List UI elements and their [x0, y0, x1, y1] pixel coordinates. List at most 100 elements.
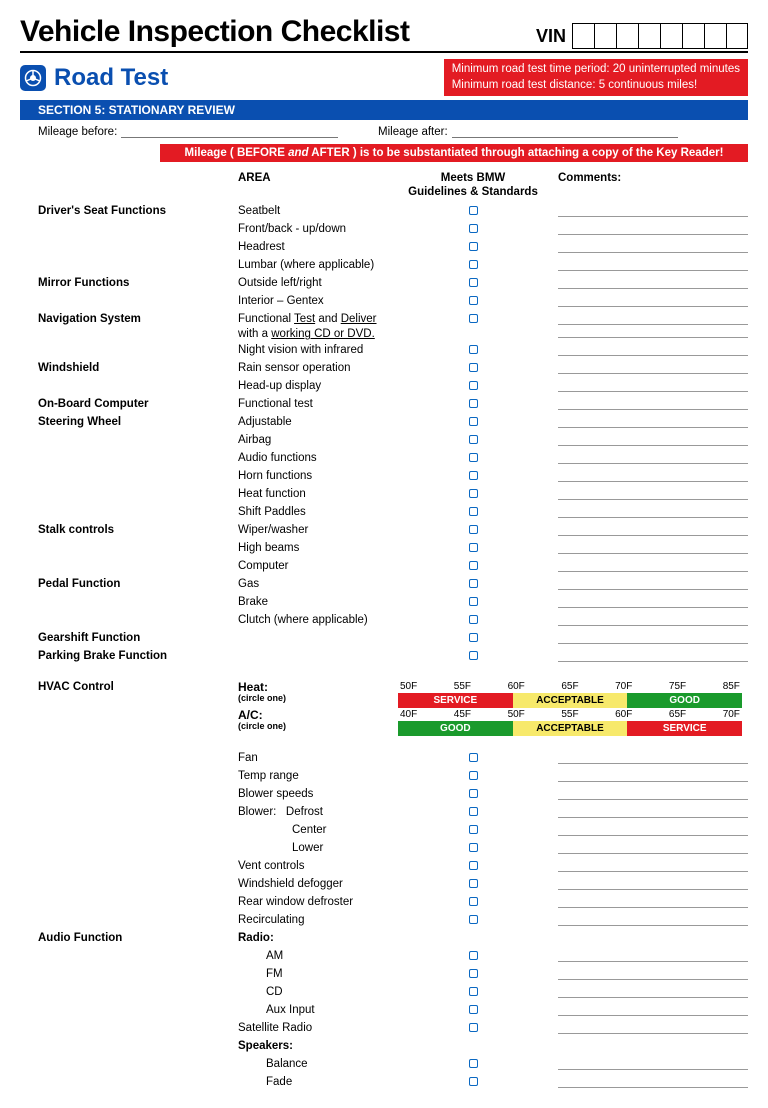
- comment-line[interactable]: [558, 312, 748, 325]
- checkbox[interactable]: [469, 489, 478, 498]
- checkbox[interactable]: [469, 314, 478, 323]
- comment-line[interactable]: [558, 841, 748, 854]
- checkbox[interactable]: [469, 861, 478, 870]
- comment-line[interactable]: [558, 895, 748, 908]
- comment-line[interactable]: [558, 343, 748, 356]
- checkbox[interactable]: [469, 843, 478, 852]
- checkbox[interactable]: [469, 597, 478, 606]
- comment-line[interactable]: [558, 577, 748, 590]
- checkbox[interactable]: [469, 561, 478, 570]
- comment-line[interactable]: [558, 397, 748, 410]
- comment-line[interactable]: [558, 240, 748, 253]
- checkbox[interactable]: [469, 987, 478, 996]
- checkbox[interactable]: [469, 345, 478, 354]
- vin-box[interactable]: [660, 23, 682, 49]
- comment-line[interactable]: [558, 276, 748, 289]
- comment-line[interactable]: [558, 487, 748, 500]
- checkbox[interactable]: [469, 507, 478, 516]
- checkbox[interactable]: [469, 363, 478, 372]
- vin-boxes[interactable]: [572, 23, 748, 49]
- comment-line[interactable]: [558, 541, 748, 554]
- vin-box[interactable]: [682, 23, 704, 49]
- vin-box[interactable]: [594, 23, 616, 49]
- checkbox[interactable]: [469, 471, 478, 480]
- vin-box[interactable]: [704, 23, 726, 49]
- comment-line[interactable]: [558, 294, 748, 307]
- ac-scale[interactable]: 40F45F50F55F60F65F70FGOODACCEPTABLESERVI…: [398, 709, 748, 736]
- comment-line[interactable]: [558, 595, 748, 608]
- checkbox[interactable]: [469, 879, 478, 888]
- comment-line[interactable]: [558, 787, 748, 800]
- checkbox[interactable]: [469, 897, 478, 906]
- checkbox[interactable]: [469, 825, 478, 834]
- checkbox[interactable]: [469, 525, 478, 534]
- checkbox[interactable]: [469, 969, 478, 978]
- comment-line[interactable]: [558, 469, 748, 482]
- comment-line[interactable]: [558, 559, 748, 572]
- checkbox[interactable]: [469, 753, 478, 762]
- checkbox[interactable]: [469, 242, 478, 251]
- checkbox[interactable]: [469, 543, 478, 552]
- comment-line[interactable]: [558, 823, 748, 836]
- checkbox[interactable]: [469, 789, 478, 798]
- checkbox[interactable]: [469, 1077, 478, 1086]
- checkbox[interactable]: [469, 1059, 478, 1068]
- comment-line[interactable]: [558, 523, 748, 536]
- checkbox[interactable]: [469, 296, 478, 305]
- comment-line[interactable]: [558, 1003, 748, 1016]
- comment-line[interactable]: [558, 649, 748, 662]
- comment-line[interactable]: [558, 967, 748, 980]
- checkbox[interactable]: [469, 260, 478, 269]
- comment-line[interactable]: [558, 361, 748, 374]
- comment-line[interactable]: [558, 1075, 748, 1088]
- mileage-after-field[interactable]: Mileage after:: [378, 126, 678, 138]
- comment-line[interactable]: [558, 949, 748, 962]
- comment-line[interactable]: [558, 877, 748, 890]
- checkbox[interactable]: [469, 615, 478, 624]
- comment-line[interactable]: [558, 258, 748, 271]
- checkbox[interactable]: [469, 633, 478, 642]
- checkbox[interactable]: [469, 951, 478, 960]
- vin-box[interactable]: [572, 23, 594, 49]
- checkbox[interactable]: [469, 224, 478, 233]
- vin-box[interactable]: [638, 23, 660, 49]
- checkbox[interactable]: [469, 651, 478, 660]
- comment-line[interactable]: [558, 325, 748, 338]
- comment-line[interactable]: [558, 859, 748, 872]
- checkbox[interactable]: [469, 417, 478, 426]
- comment-line[interactable]: [558, 1021, 748, 1034]
- comment-line[interactable]: [558, 1057, 748, 1070]
- comment-line[interactable]: [558, 204, 748, 217]
- checkbox[interactable]: [469, 206, 478, 215]
- checkbox[interactable]: [469, 771, 478, 780]
- checkbox[interactable]: [469, 1023, 478, 1032]
- checkbox[interactable]: [469, 807, 478, 816]
- checkbox[interactable]: [469, 1005, 478, 1014]
- checkbox[interactable]: [469, 399, 478, 408]
- comment-line[interactable]: [558, 379, 748, 392]
- comment-line[interactable]: [558, 415, 748, 428]
- checkbox[interactable]: [469, 381, 478, 390]
- heat-scale[interactable]: 50F55F60F65F70F75F85FSERVICEACCEPTABLEGO…: [398, 681, 748, 708]
- comment-line[interactable]: [558, 433, 748, 446]
- comment-line[interactable]: [558, 631, 748, 644]
- checkbox[interactable]: [469, 435, 478, 444]
- checkbox[interactable]: [469, 915, 478, 924]
- comment-line[interactable]: [558, 222, 748, 235]
- comment-line[interactable]: [558, 505, 748, 518]
- comment-line[interactable]: [558, 805, 748, 818]
- comment-line[interactable]: [558, 985, 748, 998]
- checkbox[interactable]: [469, 278, 478, 287]
- comment-line[interactable]: [558, 451, 748, 464]
- vin-box[interactable]: [616, 23, 638, 49]
- checkbox[interactable]: [469, 453, 478, 462]
- comment-line[interactable]: [558, 751, 748, 764]
- mileage-before-field[interactable]: Mileage before:: [38, 126, 338, 138]
- checkbox[interactable]: [469, 579, 478, 588]
- comment-line[interactable]: [558, 769, 748, 782]
- vin-box[interactable]: [726, 23, 748, 49]
- checkbox-cell: [398, 559, 548, 575]
- comment-line[interactable]: [558, 913, 748, 926]
- table-row: AM: [38, 949, 748, 967]
- comment-line[interactable]: [558, 613, 748, 626]
